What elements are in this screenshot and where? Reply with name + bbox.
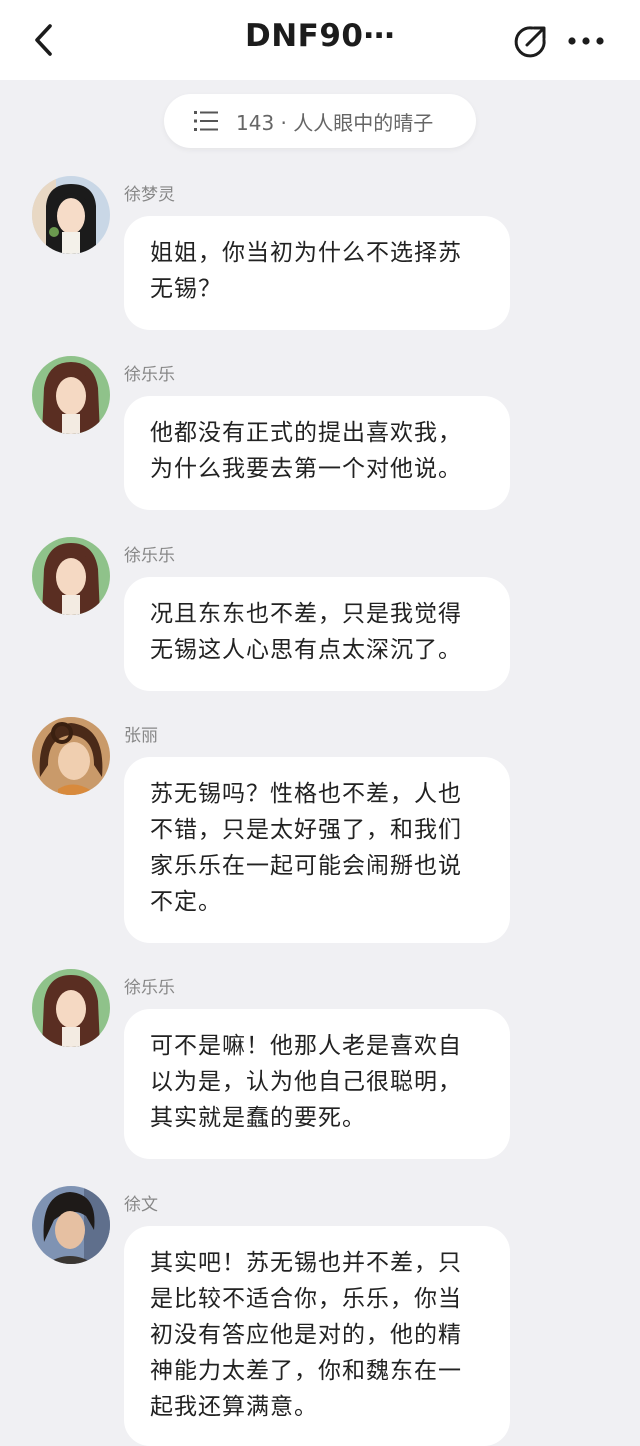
speaker-name: 徐乐乐 xyxy=(124,365,175,385)
speaker-name: 徐文 xyxy=(124,1195,158,1215)
speaker-name: 徐梦灵 xyxy=(124,185,175,205)
share-icon xyxy=(514,26,546,58)
message-line: 可不是嘛！他那人老是喜欢自 xyxy=(150,1033,462,1059)
message-bubble[interactable]: 其实吧！苏无锡也并不差，只 是比较不适合你，乐乐，你当 初没有答应他是对的，他的… xyxy=(124,1226,510,1446)
message-line: 初没有答应他是对的，他的精 xyxy=(150,1322,462,1348)
message-line: 不定。 xyxy=(150,889,222,915)
message-line: 苏无锡吗？性格也不差，人也 xyxy=(150,781,462,807)
message-bubble[interactable]: 况且东东也不差，只是我觉得 无锡这人心思有点太深沉了。 xyxy=(124,577,510,691)
list-icon xyxy=(194,111,218,131)
message-bubble[interactable]: 姐姐，你当初为什么不选择苏 无锡？ xyxy=(124,216,510,330)
message-line: 他都没有正式的提出喜欢我， xyxy=(150,420,462,446)
top-bar: DNF90⋯ xyxy=(0,0,640,80)
more-dots-icon xyxy=(568,37,604,45)
message-line: 况且东东也不差，只是我觉得 xyxy=(150,601,462,627)
speaker-name: 张丽 xyxy=(124,726,158,746)
message-line: 起我还算满意。 xyxy=(150,1394,318,1420)
avatar-brown-hair-girl[interactable] xyxy=(32,537,110,615)
message-line: 姐姐，你当初为什么不选择苏 xyxy=(150,240,462,266)
avatar-brown-hair-girl[interactable] xyxy=(32,969,110,1047)
speaker-name: 徐乐乐 xyxy=(124,978,175,998)
message-line: 无锡？ xyxy=(150,276,222,302)
message-line: 以为是，认为他自己很聪明， xyxy=(150,1069,462,1095)
message-line: 其实就是蠢的要死。 xyxy=(150,1105,366,1131)
message-line: 神能力太差了，你和魏东在一 xyxy=(150,1358,462,1384)
speaker-name: 徐乐乐 xyxy=(124,546,175,566)
chapter-selector[interactable]: 143 · 人人眼中的晴子 xyxy=(164,94,476,148)
share-button[interactable] xyxy=(512,24,548,60)
message-line: 是比较不适合你，乐乐，你当 xyxy=(150,1286,462,1312)
message-bubble[interactable]: 苏无锡吗？性格也不差，人也 不错，只是太好强了，和我们 家乐乐在一起可能会闹掰也… xyxy=(124,757,510,943)
avatar-curly-hair-woman[interactable] xyxy=(32,717,110,795)
avatar-long-black-hair[interactable] xyxy=(32,176,110,254)
avatar-dark-hair-man[interactable] xyxy=(32,1186,110,1264)
message-line: 无锡这人心思有点太深沉了。 xyxy=(150,637,462,663)
avatar-brown-hair-girl[interactable] xyxy=(32,356,110,434)
message-bubble[interactable]: 可不是嘛！他那人老是喜欢自 以为是，认为他自己很聪明， 其实就是蠢的要死。 xyxy=(124,1009,510,1159)
message-line: 不错，只是太好强了，和我们 xyxy=(150,817,462,843)
message-line: 家乐乐在一起可能会闹掰也说 xyxy=(150,853,462,879)
message-bubble[interactable]: 他都没有正式的提出喜欢我， 为什么我要去第一个对他说。 xyxy=(124,396,510,510)
message-line: 其实吧！苏无锡也并不差，只 xyxy=(150,1250,462,1276)
message-line: 为什么我要去第一个对他说。 xyxy=(150,456,462,482)
chapter-title: 143 · 人人眼中的晴子 xyxy=(236,111,434,135)
more-button[interactable] xyxy=(566,26,606,56)
